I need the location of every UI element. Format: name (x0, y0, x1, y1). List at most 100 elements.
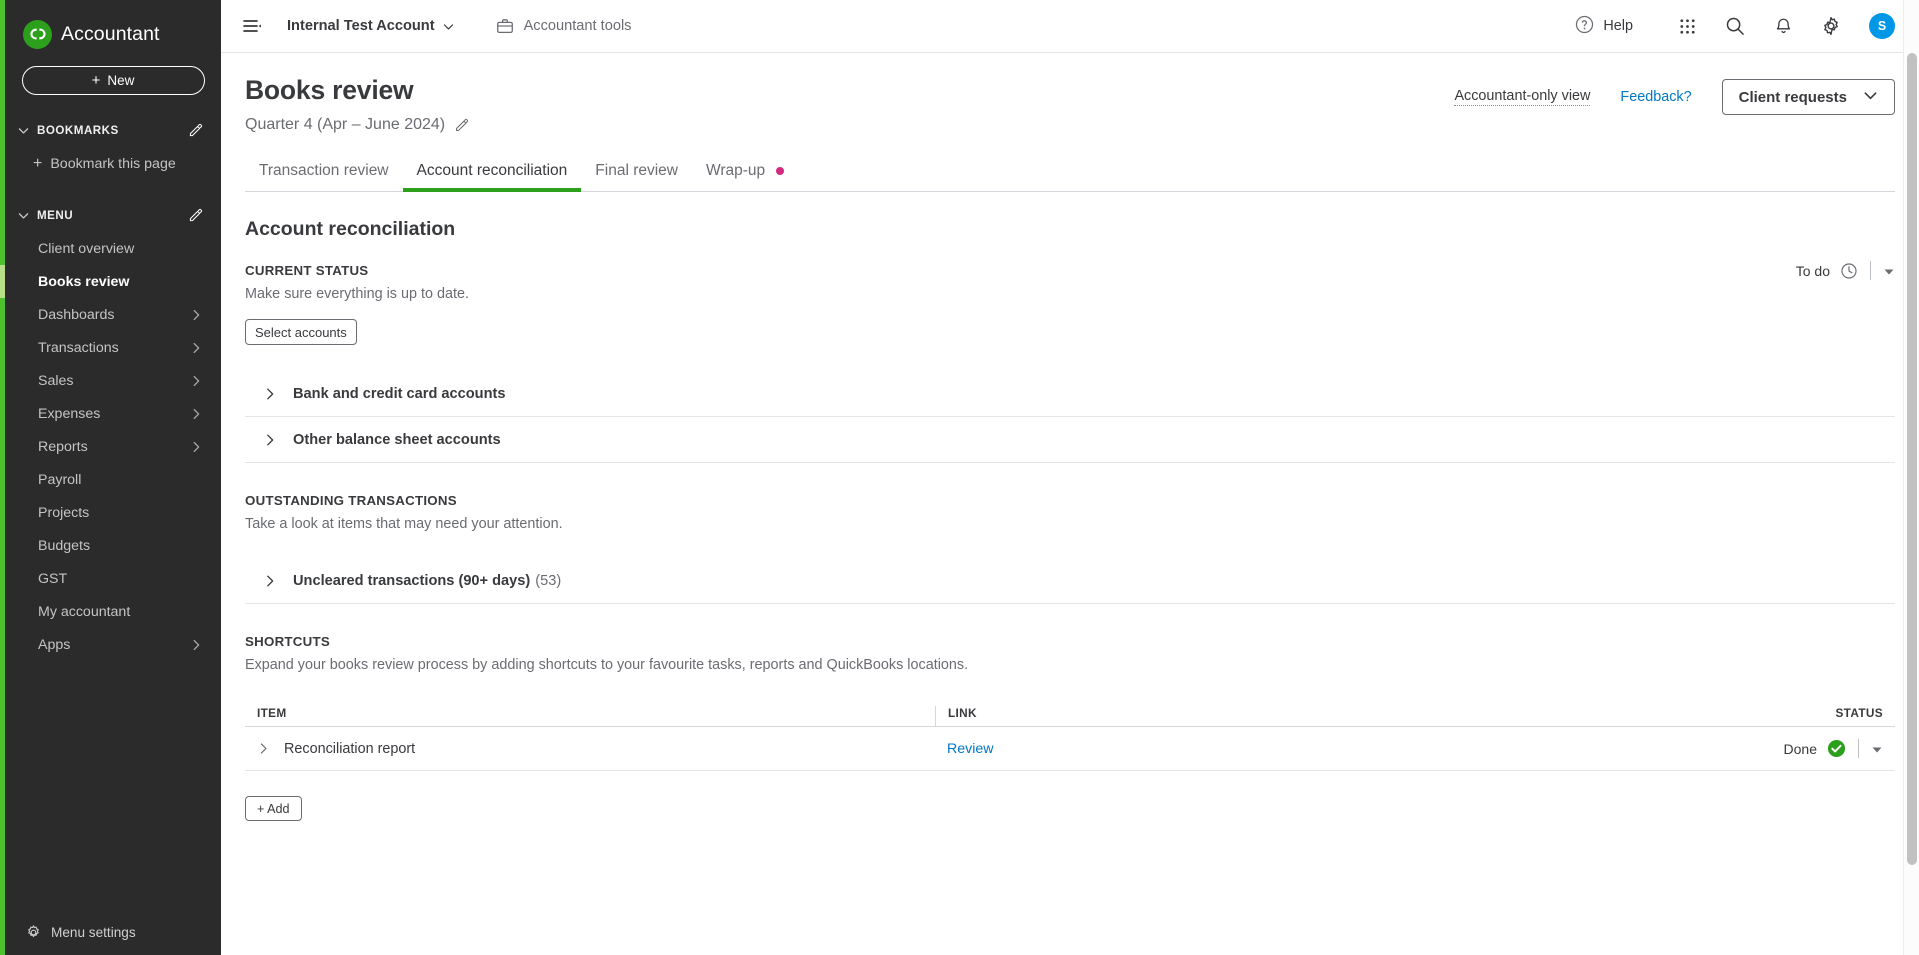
scrollbar-thumb[interactable] (1907, 53, 1917, 865)
chevron-right-icon (189, 407, 203, 421)
add-shortcut-button[interactable]: + Add (245, 796, 302, 821)
sidebar-item-label: Books review (38, 273, 130, 290)
tab-label: Wrap-up (706, 162, 766, 179)
chevron-right-icon (189, 341, 203, 355)
accordion-label: Bank and credit card accounts (293, 385, 506, 402)
table-row: Reconciliation report Review Done (245, 727, 1895, 771)
sidebar: Accountant + New BOOKMARKS + Bookmark thi… (0, 0, 221, 955)
sidebar-item-client-overview[interactable]: Client overview (5, 232, 221, 265)
notifications-bell-icon[interactable] (1771, 14, 1795, 38)
menu-settings-button[interactable]: Menu settings (5, 909, 221, 955)
status-dropdown-caret-icon[interactable] (1883, 265, 1895, 277)
sidebar-item-transactions[interactable]: Transactions (5, 331, 221, 364)
sidebar-item-budgets[interactable]: Budgets (5, 529, 221, 562)
page-header-actions: Accountant-only view Feedback? Client re… (1454, 79, 1895, 115)
sidebar-item-my-accountant[interactable]: My accountant (5, 595, 221, 628)
sidebar-item-expenses[interactable]: Expenses (5, 397, 221, 430)
tab-label: Transaction review (259, 162, 389, 179)
current-status-todo-control: To do (1796, 261, 1895, 280)
sidebar-item-apps[interactable]: Apps (5, 628, 221, 661)
feedback-link[interactable]: Feedback? (1620, 89, 1691, 105)
shortcuts-eyebrow: SHORTCUTS (245, 634, 330, 649)
sidebar-item-bookmark-this-page[interactable]: + Bookmark this page (5, 147, 221, 180)
accordion-uncleared-transactions[interactable]: Uncleared transactions (90+ days) (53) (245, 558, 1895, 604)
topbar-actions: Help S (1574, 13, 1895, 39)
chevron-down-icon (1863, 88, 1878, 107)
sidebar-item-payroll[interactable]: Payroll (5, 463, 221, 496)
tab-wrap-up[interactable]: Wrap-up (692, 156, 798, 191)
tab-transaction-review[interactable]: Transaction review (245, 156, 403, 191)
sidebar-item-sales[interactable]: Sales (5, 364, 221, 397)
status-badge: To do (1795, 262, 1830, 279)
sidebar-item-dashboards[interactable]: Dashboards (5, 298, 221, 331)
sidebar-item-projects[interactable]: Projects (5, 496, 221, 529)
main-area: Internal Test Account Accountant tools H… (221, 0, 1919, 955)
page-scrollbar[interactable] (1903, 0, 1919, 955)
help-button[interactable]: Help (1574, 14, 1651, 39)
client-requests-label: Client requests (1738, 88, 1847, 106)
sidebar-section-bookmarks[interactable]: BOOKMARKS (5, 113, 221, 147)
chevron-down-icon (442, 20, 455, 33)
avatar-initial: S (1877, 19, 1887, 33)
chevron-right-icon[interactable] (257, 742, 270, 755)
briefcase-icon (495, 16, 515, 36)
sidebar-item-reports[interactable]: Reports (5, 430, 221, 463)
bookmarks-label: BOOKMARKS (37, 123, 119, 137)
sidebar-item-label: Budgets (38, 537, 91, 554)
accordion-other-balance-sheet-accounts[interactable]: Other balance sheet accounts (245, 417, 1895, 463)
user-avatar[interactable]: S (1869, 13, 1895, 39)
accordion-label: Other balance sheet accounts (293, 431, 501, 448)
sidebar-brand-label: Accountant (61, 22, 160, 45)
outstanding-transactions-section: OUTSTANDING TRANSACTIONS Take a look at … (245, 493, 1895, 604)
accountant-tools-button[interactable]: Accountant tools (495, 16, 631, 36)
chevron-right-icon (263, 387, 277, 401)
tab-label: Account reconciliation (416, 162, 568, 179)
accordion-bank-and-credit-card-accounts[interactable]: Bank and credit card accounts (245, 371, 1895, 417)
chevron-down-icon (15, 207, 31, 223)
sidebar-brand[interactable]: Accountant (5, 0, 221, 52)
settings-gear-icon[interactable] (1819, 14, 1843, 38)
sidebar-item-books-review[interactable]: Books review (0, 265, 221, 298)
shortcuts-table-header: ITEM LINK STATUS (245, 699, 1895, 727)
edit-period-pencil-icon[interactable] (454, 117, 470, 133)
accordion-label: Uncleared transactions (90+ days) (293, 572, 531, 589)
edit-menu-pencil-icon[interactable] (188, 207, 205, 224)
select-accounts-button[interactable]: Select accounts (245, 319, 357, 345)
sidebar-item-label: Transactions (38, 339, 119, 356)
new-button-label: New (107, 73, 135, 88)
sidebar-section-menu[interactable]: MENU (5, 198, 221, 232)
new-button[interactable]: + New (21, 66, 205, 95)
tab-notification-dot-icon (776, 166, 785, 175)
sidebar-item-label: Expenses (38, 405, 101, 422)
shortcuts-section: SHORTCUTS Expand your books review proce… (245, 634, 1895, 821)
help-icon (1574, 14, 1595, 39)
sidebar-item-gst[interactable]: GST (5, 562, 221, 595)
sidebar-item-label: GST (38, 570, 68, 587)
accordion-count: (53) (535, 572, 562, 589)
row-status-dropdown-caret-icon[interactable] (1871, 743, 1883, 755)
review-link[interactable]: Review (947, 741, 994, 757)
apps-grid-icon[interactable] (1675, 14, 1699, 38)
sidebar-item-label: Apps (38, 636, 71, 653)
search-icon[interactable] (1723, 14, 1747, 38)
new-plus-icon: + (91, 72, 101, 89)
row-link-cell: Review (935, 740, 1335, 758)
edit-bookmarks-pencil-icon[interactable] (188, 122, 205, 139)
chevron-down-icon (15, 122, 31, 138)
page-subtitle-row: Quarter 4 (Apr – June 2024) (245, 116, 1895, 134)
menu-settings-label: Menu settings (51, 924, 136, 940)
plus-icon: + (33, 154, 43, 172)
shortcuts-table: ITEM LINK STATUS Reconciliation report R… (245, 699, 1895, 771)
column-header-item: ITEM (257, 706, 287, 720)
company-name: Internal Test Account (287, 18, 435, 34)
client-requests-button[interactable]: Client requests (1721, 79, 1895, 115)
menu-collapse-icon[interactable] (239, 13, 265, 39)
company-selector[interactable]: Internal Test Account (287, 18, 455, 34)
page-header: Books review Quarter 4 (Apr – June 2024)… (221, 53, 1919, 134)
tab-final-review[interactable]: Final review (581, 156, 692, 191)
outstanding-eyebrow: OUTSTANDING TRANSACTIONS (245, 493, 457, 508)
accountant-only-view-toggle[interactable]: Accountant-only view (1454, 88, 1591, 106)
tab-account-reconciliation[interactable]: Account reconciliation (402, 156, 582, 192)
quickbooks-logo-icon (23, 19, 52, 49)
column-header-status: STATUS (1835, 706, 1883, 720)
